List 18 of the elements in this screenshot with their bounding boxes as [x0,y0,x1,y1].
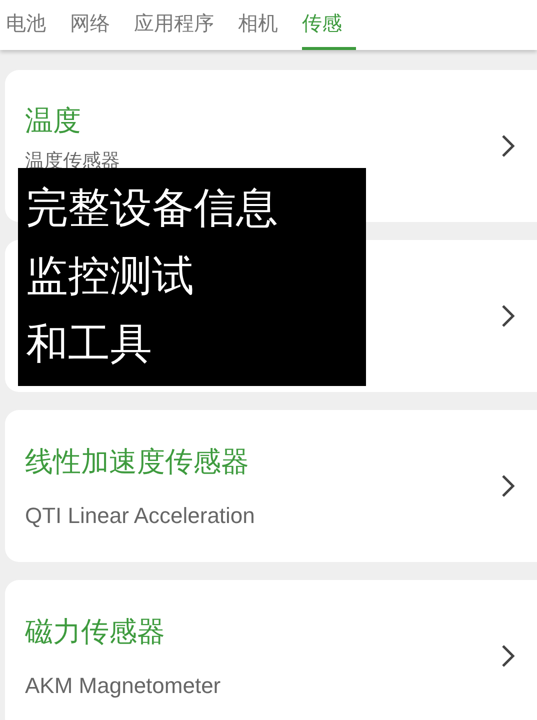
sensor-title: 磁力传感器 [25,614,166,650]
chevron-icon [501,304,515,328]
sensor-title: 温度 [25,103,82,139]
tab[interactable]: 应用程序 [134,0,214,50]
sensor-subtitle: QTI Linear Acceleration [25,503,256,529]
sensor-subtitle: AKM Magnetometer [25,673,222,699]
caption-line: 监控测试 [26,250,195,302]
tab[interactable]: 电池 [6,0,46,50]
chevron-icon [501,474,515,498]
tab[interactable]: 传感 [302,0,356,50]
tab[interactable]: 网络 [70,0,110,50]
sensor-card[interactable]: 线性加速度传感器 QTI Linear Acceleration [5,410,537,562]
tab[interactable]: 相机 [238,0,278,50]
chevron-icon [501,644,515,668]
sensor-title: 线性加速度传感器 [25,444,250,480]
sensor-card[interactable]: 磁力传感器 AKM Magnetometer [5,580,537,720]
caption-line: 和工具 [26,318,153,370]
chevron-icon [501,134,515,158]
